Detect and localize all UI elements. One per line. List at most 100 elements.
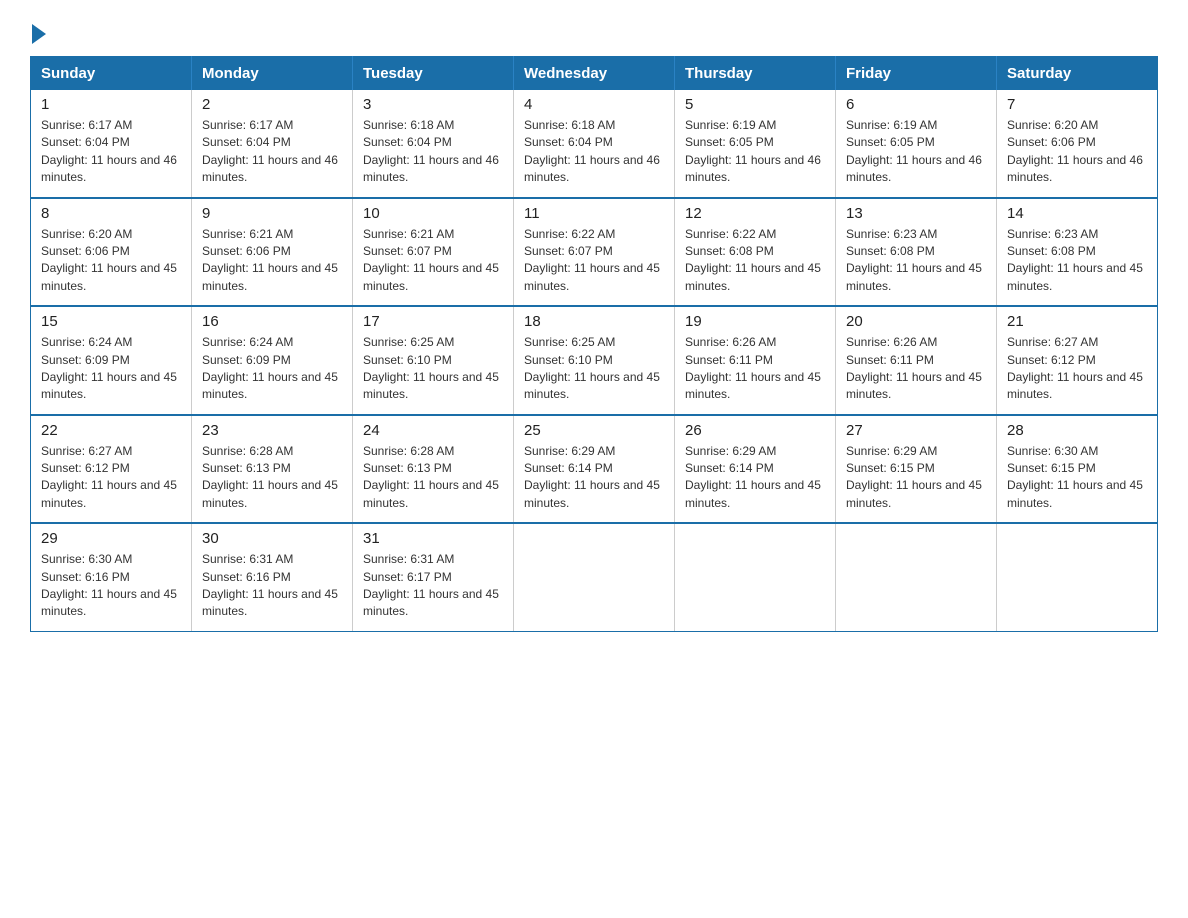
calendar-day-cell: 9 Sunrise: 6:21 AMSunset: 6:06 PMDayligh…	[192, 198, 353, 307]
day-number: 12	[685, 205, 825, 222]
day-info: Sunrise: 6:29 AMSunset: 6:15 PMDaylight:…	[846, 443, 986, 513]
day-number: 11	[524, 205, 664, 222]
day-info: Sunrise: 6:27 AMSunset: 6:12 PMDaylight:…	[1007, 334, 1147, 404]
day-info: Sunrise: 6:24 AMSunset: 6:09 PMDaylight:…	[41, 334, 181, 404]
day-info: Sunrise: 6:26 AMSunset: 6:11 PMDaylight:…	[685, 334, 825, 404]
calendar-day-cell: 7 Sunrise: 6:20 AMSunset: 6:06 PMDayligh…	[997, 90, 1158, 198]
calendar-day-cell: 24 Sunrise: 6:28 AMSunset: 6:13 PMDaylig…	[353, 415, 514, 524]
day-number: 30	[202, 530, 342, 547]
calendar-day-cell: 2 Sunrise: 6:17 AMSunset: 6:04 PMDayligh…	[192, 90, 353, 198]
day-header-wednesday: Wednesday	[514, 57, 675, 91]
calendar-day-cell: 19 Sunrise: 6:26 AMSunset: 6:11 PMDaylig…	[675, 306, 836, 415]
calendar-day-cell: 13 Sunrise: 6:23 AMSunset: 6:08 PMDaylig…	[836, 198, 997, 307]
day-info: Sunrise: 6:21 AMSunset: 6:06 PMDaylight:…	[202, 226, 342, 296]
calendar-week-row: 22 Sunrise: 6:27 AMSunset: 6:12 PMDaylig…	[31, 415, 1158, 524]
day-number: 27	[846, 422, 986, 439]
day-info: Sunrise: 6:31 AMSunset: 6:17 PMDaylight:…	[363, 551, 503, 621]
calendar-day-cell: 1 Sunrise: 6:17 AMSunset: 6:04 PMDayligh…	[31, 90, 192, 198]
day-number: 7	[1007, 96, 1147, 113]
day-info: Sunrise: 6:22 AMSunset: 6:07 PMDaylight:…	[524, 226, 664, 296]
day-info: Sunrise: 6:25 AMSunset: 6:10 PMDaylight:…	[363, 334, 503, 404]
day-number: 26	[685, 422, 825, 439]
day-number: 25	[524, 422, 664, 439]
calendar-empty-cell	[675, 523, 836, 631]
calendar-day-cell: 27 Sunrise: 6:29 AMSunset: 6:15 PMDaylig…	[836, 415, 997, 524]
day-number: 19	[685, 313, 825, 330]
calendar-day-cell: 25 Sunrise: 6:29 AMSunset: 6:14 PMDaylig…	[514, 415, 675, 524]
day-info: Sunrise: 6:30 AMSunset: 6:15 PMDaylight:…	[1007, 443, 1147, 513]
calendar-day-cell: 3 Sunrise: 6:18 AMSunset: 6:04 PMDayligh…	[353, 90, 514, 198]
day-number: 17	[363, 313, 503, 330]
day-info: Sunrise: 6:21 AMSunset: 6:07 PMDaylight:…	[363, 226, 503, 296]
calendar-day-cell: 26 Sunrise: 6:29 AMSunset: 6:14 PMDaylig…	[675, 415, 836, 524]
day-header-thursday: Thursday	[675, 57, 836, 91]
day-number: 5	[685, 96, 825, 113]
calendar-day-cell: 17 Sunrise: 6:25 AMSunset: 6:10 PMDaylig…	[353, 306, 514, 415]
day-info: Sunrise: 6:28 AMSunset: 6:13 PMDaylight:…	[202, 443, 342, 513]
calendar-day-cell: 20 Sunrise: 6:26 AMSunset: 6:11 PMDaylig…	[836, 306, 997, 415]
day-header-saturday: Saturday	[997, 57, 1158, 91]
calendar-day-cell: 5 Sunrise: 6:19 AMSunset: 6:05 PMDayligh…	[675, 90, 836, 198]
day-info: Sunrise: 6:25 AMSunset: 6:10 PMDaylight:…	[524, 334, 664, 404]
day-info: Sunrise: 6:23 AMSunset: 6:08 PMDaylight:…	[1007, 226, 1147, 296]
day-number: 22	[41, 422, 181, 439]
calendar-day-cell: 12 Sunrise: 6:22 AMSunset: 6:08 PMDaylig…	[675, 198, 836, 307]
calendar-empty-cell	[836, 523, 997, 631]
day-number: 20	[846, 313, 986, 330]
calendar-day-cell: 30 Sunrise: 6:31 AMSunset: 6:16 PMDaylig…	[192, 523, 353, 631]
day-number: 9	[202, 205, 342, 222]
day-info: Sunrise: 6:17 AMSunset: 6:04 PMDaylight:…	[202, 117, 342, 187]
logo	[30, 20, 46, 38]
day-number: 14	[1007, 205, 1147, 222]
day-info: Sunrise: 6:31 AMSunset: 6:16 PMDaylight:…	[202, 551, 342, 621]
calendar-week-row: 8 Sunrise: 6:20 AMSunset: 6:06 PMDayligh…	[31, 198, 1158, 307]
day-number: 28	[1007, 422, 1147, 439]
calendar-empty-cell	[997, 523, 1158, 631]
day-number: 31	[363, 530, 503, 547]
day-number: 10	[363, 205, 503, 222]
calendar-day-cell: 31 Sunrise: 6:31 AMSunset: 6:17 PMDaylig…	[353, 523, 514, 631]
day-header-friday: Friday	[836, 57, 997, 91]
day-number: 23	[202, 422, 342, 439]
day-number: 18	[524, 313, 664, 330]
calendar-header-row: SundayMondayTuesdayWednesdayThursdayFrid…	[31, 57, 1158, 91]
day-info: Sunrise: 6:29 AMSunset: 6:14 PMDaylight:…	[685, 443, 825, 513]
day-number: 24	[363, 422, 503, 439]
day-info: Sunrise: 6:22 AMSunset: 6:08 PMDaylight:…	[685, 226, 825, 296]
calendar-day-cell: 18 Sunrise: 6:25 AMSunset: 6:10 PMDaylig…	[514, 306, 675, 415]
calendar-day-cell: 11 Sunrise: 6:22 AMSunset: 6:07 PMDaylig…	[514, 198, 675, 307]
calendar-day-cell: 6 Sunrise: 6:19 AMSunset: 6:05 PMDayligh…	[836, 90, 997, 198]
day-info: Sunrise: 6:20 AMSunset: 6:06 PMDaylight:…	[1007, 117, 1147, 187]
calendar-week-row: 29 Sunrise: 6:30 AMSunset: 6:16 PMDaylig…	[31, 523, 1158, 631]
calendar-day-cell: 21 Sunrise: 6:27 AMSunset: 6:12 PMDaylig…	[997, 306, 1158, 415]
day-info: Sunrise: 6:18 AMSunset: 6:04 PMDaylight:…	[524, 117, 664, 187]
day-info: Sunrise: 6:17 AMSunset: 6:04 PMDaylight:…	[41, 117, 181, 187]
calendar-day-cell: 29 Sunrise: 6:30 AMSunset: 6:16 PMDaylig…	[31, 523, 192, 631]
calendar-table: SundayMondayTuesdayWednesdayThursdayFrid…	[30, 56, 1158, 632]
day-info: Sunrise: 6:18 AMSunset: 6:04 PMDaylight:…	[363, 117, 503, 187]
day-number: 8	[41, 205, 181, 222]
day-number: 21	[1007, 313, 1147, 330]
day-number: 6	[846, 96, 986, 113]
logo-arrow-icon	[32, 24, 46, 44]
day-info: Sunrise: 6:20 AMSunset: 6:06 PMDaylight:…	[41, 226, 181, 296]
day-info: Sunrise: 6:30 AMSunset: 6:16 PMDaylight:…	[41, 551, 181, 621]
day-info: Sunrise: 6:24 AMSunset: 6:09 PMDaylight:…	[202, 334, 342, 404]
day-info: Sunrise: 6:26 AMSunset: 6:11 PMDaylight:…	[846, 334, 986, 404]
day-header-monday: Monday	[192, 57, 353, 91]
day-info: Sunrise: 6:27 AMSunset: 6:12 PMDaylight:…	[41, 443, 181, 513]
day-number: 13	[846, 205, 986, 222]
calendar-week-row: 15 Sunrise: 6:24 AMSunset: 6:09 PMDaylig…	[31, 306, 1158, 415]
calendar-week-row: 1 Sunrise: 6:17 AMSunset: 6:04 PMDayligh…	[31, 90, 1158, 198]
day-info: Sunrise: 6:23 AMSunset: 6:08 PMDaylight:…	[846, 226, 986, 296]
calendar-day-cell: 4 Sunrise: 6:18 AMSunset: 6:04 PMDayligh…	[514, 90, 675, 198]
calendar-day-cell: 10 Sunrise: 6:21 AMSunset: 6:07 PMDaylig…	[353, 198, 514, 307]
calendar-day-cell: 22 Sunrise: 6:27 AMSunset: 6:12 PMDaylig…	[31, 415, 192, 524]
day-info: Sunrise: 6:28 AMSunset: 6:13 PMDaylight:…	[363, 443, 503, 513]
day-info: Sunrise: 6:19 AMSunset: 6:05 PMDaylight:…	[846, 117, 986, 187]
day-header-tuesday: Tuesday	[353, 57, 514, 91]
day-info: Sunrise: 6:19 AMSunset: 6:05 PMDaylight:…	[685, 117, 825, 187]
day-number: 29	[41, 530, 181, 547]
day-number: 16	[202, 313, 342, 330]
calendar-day-cell: 15 Sunrise: 6:24 AMSunset: 6:09 PMDaylig…	[31, 306, 192, 415]
